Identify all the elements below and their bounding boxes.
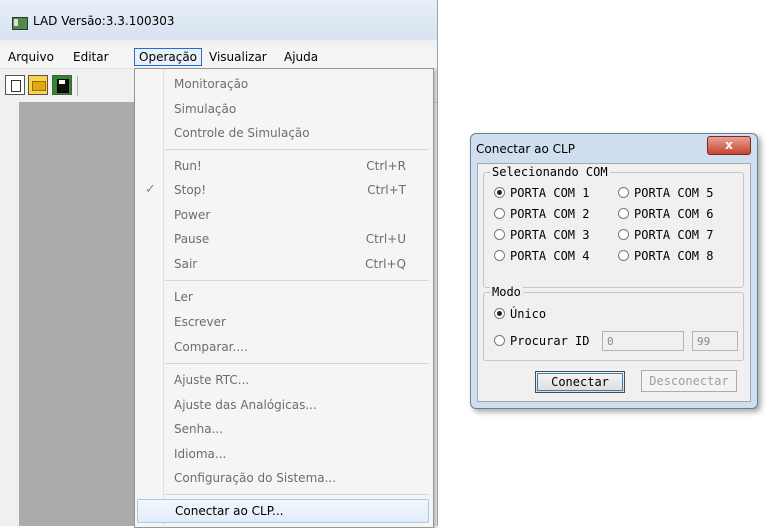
- radio-porta-com-1[interactable]: PORTA COM 1: [494, 185, 589, 201]
- menu-item-ajuste-analogicas[interactable]: Ajuste das Analógicas...: [135, 394, 431, 416]
- radio-dot-icon: [494, 229, 505, 240]
- menu-item-run[interactable]: Run! Ctrl+R: [135, 155, 431, 177]
- menu-item-senha[interactable]: Senha...: [135, 418, 431, 440]
- com-group-legend: Selecionando COM: [490, 165, 610, 179]
- radio-unico[interactable]: Único: [494, 306, 546, 322]
- menu-separator: [165, 149, 429, 150]
- radio-porta-com-6[interactable]: PORTA COM 6: [618, 206, 713, 222]
- radio-dot-icon: [494, 250, 505, 261]
- com-port-group: Selecionando COM PORTA COM 1 PORTA COM 2…: [483, 165, 744, 288]
- menu-item-sair[interactable]: Sair Ctrl+Q: [135, 253, 431, 275]
- menu-separator: [165, 494, 429, 495]
- conectar-clp-dialog: Conectar ao CLP x Selecionando COM PORTA…: [470, 133, 758, 409]
- save-disk-icon[interactable]: [52, 75, 72, 95]
- new-file-icon[interactable]: [5, 75, 25, 95]
- workspace-area: [19, 102, 134, 526]
- open-folder-icon[interactable]: [28, 75, 48, 95]
- title-bar: LAD Versão:3.3.100303: [0, 0, 437, 40]
- menu-item-pause[interactable]: Pause Ctrl+U: [135, 228, 431, 250]
- menu-separator: [165, 363, 429, 364]
- menu-item-idioma[interactable]: Idioma...: [135, 443, 431, 465]
- menu-item-configuracao-sistema[interactable]: Configuração do Sistema...: [135, 467, 431, 489]
- id-from-field[interactable]: 0: [602, 331, 684, 351]
- connect-button[interactable]: Conectar: [535, 371, 625, 393]
- mode-group-legend: Modo: [490, 285, 523, 299]
- check-icon: ✓: [145, 182, 156, 197]
- radio-dot-icon: [494, 187, 505, 198]
- radio-dot-icon: [618, 187, 629, 198]
- radio-procurar-id[interactable]: Procurar ID: [494, 333, 589, 349]
- radio-dot-icon: [494, 208, 505, 219]
- id-to-field[interactable]: 99: [692, 331, 738, 351]
- menu-separator: [165, 280, 429, 281]
- menu-item-simulacao[interactable]: Simulação: [135, 98, 431, 120]
- radio-dot-icon: [494, 335, 505, 346]
- app-icon: [12, 17, 28, 30]
- dialog-title: Conectar ao CLP: [476, 142, 575, 156]
- menu-arquivo[interactable]: Arquivo: [4, 49, 58, 65]
- menu-item-stop[interactable]: ✓ Stop! Ctrl+T: [135, 179, 431, 201]
- menu-operacao[interactable]: Operação: [134, 48, 203, 66]
- radio-dot-icon: [618, 250, 629, 261]
- disconnect-button[interactable]: Desconectar: [641, 370, 737, 392]
- operacao-dropdown-menu: Monitoração Simulação Controle de Simula…: [134, 68, 434, 528]
- radio-dot-icon: [618, 208, 629, 219]
- menu-bar: Arquivo Editar Operação Visualizar Ajuda: [0, 47, 437, 69]
- radio-porta-com-4[interactable]: PORTA COM 4: [494, 248, 589, 264]
- menu-item-controle-simulacao[interactable]: Controle de Simulação: [135, 122, 431, 144]
- window-title: LAD Versão:3.3.100303: [33, 14, 175, 28]
- menu-item-ajuste-rtc[interactable]: Ajuste RTC...: [135, 369, 431, 391]
- menu-visualizar[interactable]: Visualizar: [205, 49, 271, 65]
- menu-ajuda[interactable]: Ajuda: [280, 49, 322, 65]
- close-icon[interactable]: x: [707, 136, 751, 155]
- radio-porta-com-7[interactable]: PORTA COM 7: [618, 227, 713, 243]
- mode-group: Modo Único Procurar ID 0 99: [483, 285, 744, 361]
- menu-item-power[interactable]: Power: [135, 204, 431, 226]
- menu-item-ler[interactable]: Ler: [135, 286, 431, 308]
- menu-item-comparar[interactable]: Comparar....: [135, 336, 431, 358]
- toolbar-separator: [77, 76, 80, 96]
- left-panel: [0, 102, 19, 526]
- menu-editar[interactable]: Editar: [69, 49, 113, 65]
- menu-item-monitoracao[interactable]: Monitoração: [135, 73, 431, 95]
- radio-porta-com-8[interactable]: PORTA COM 8: [618, 248, 713, 264]
- menu-item-escrever[interactable]: Escrever: [135, 311, 431, 333]
- radio-dot-icon: [494, 308, 505, 319]
- menu-item-conectar-clp[interactable]: Conectar ao CLP...: [137, 499, 429, 523]
- dialog-body: Selecionando COM PORTA COM 1 PORTA COM 2…: [477, 163, 751, 402]
- radio-dot-icon: [618, 229, 629, 240]
- radio-porta-com-2[interactable]: PORTA COM 2: [494, 206, 589, 222]
- radio-porta-com-3[interactable]: PORTA COM 3: [494, 227, 589, 243]
- radio-porta-com-5[interactable]: PORTA COM 5: [618, 185, 713, 201]
